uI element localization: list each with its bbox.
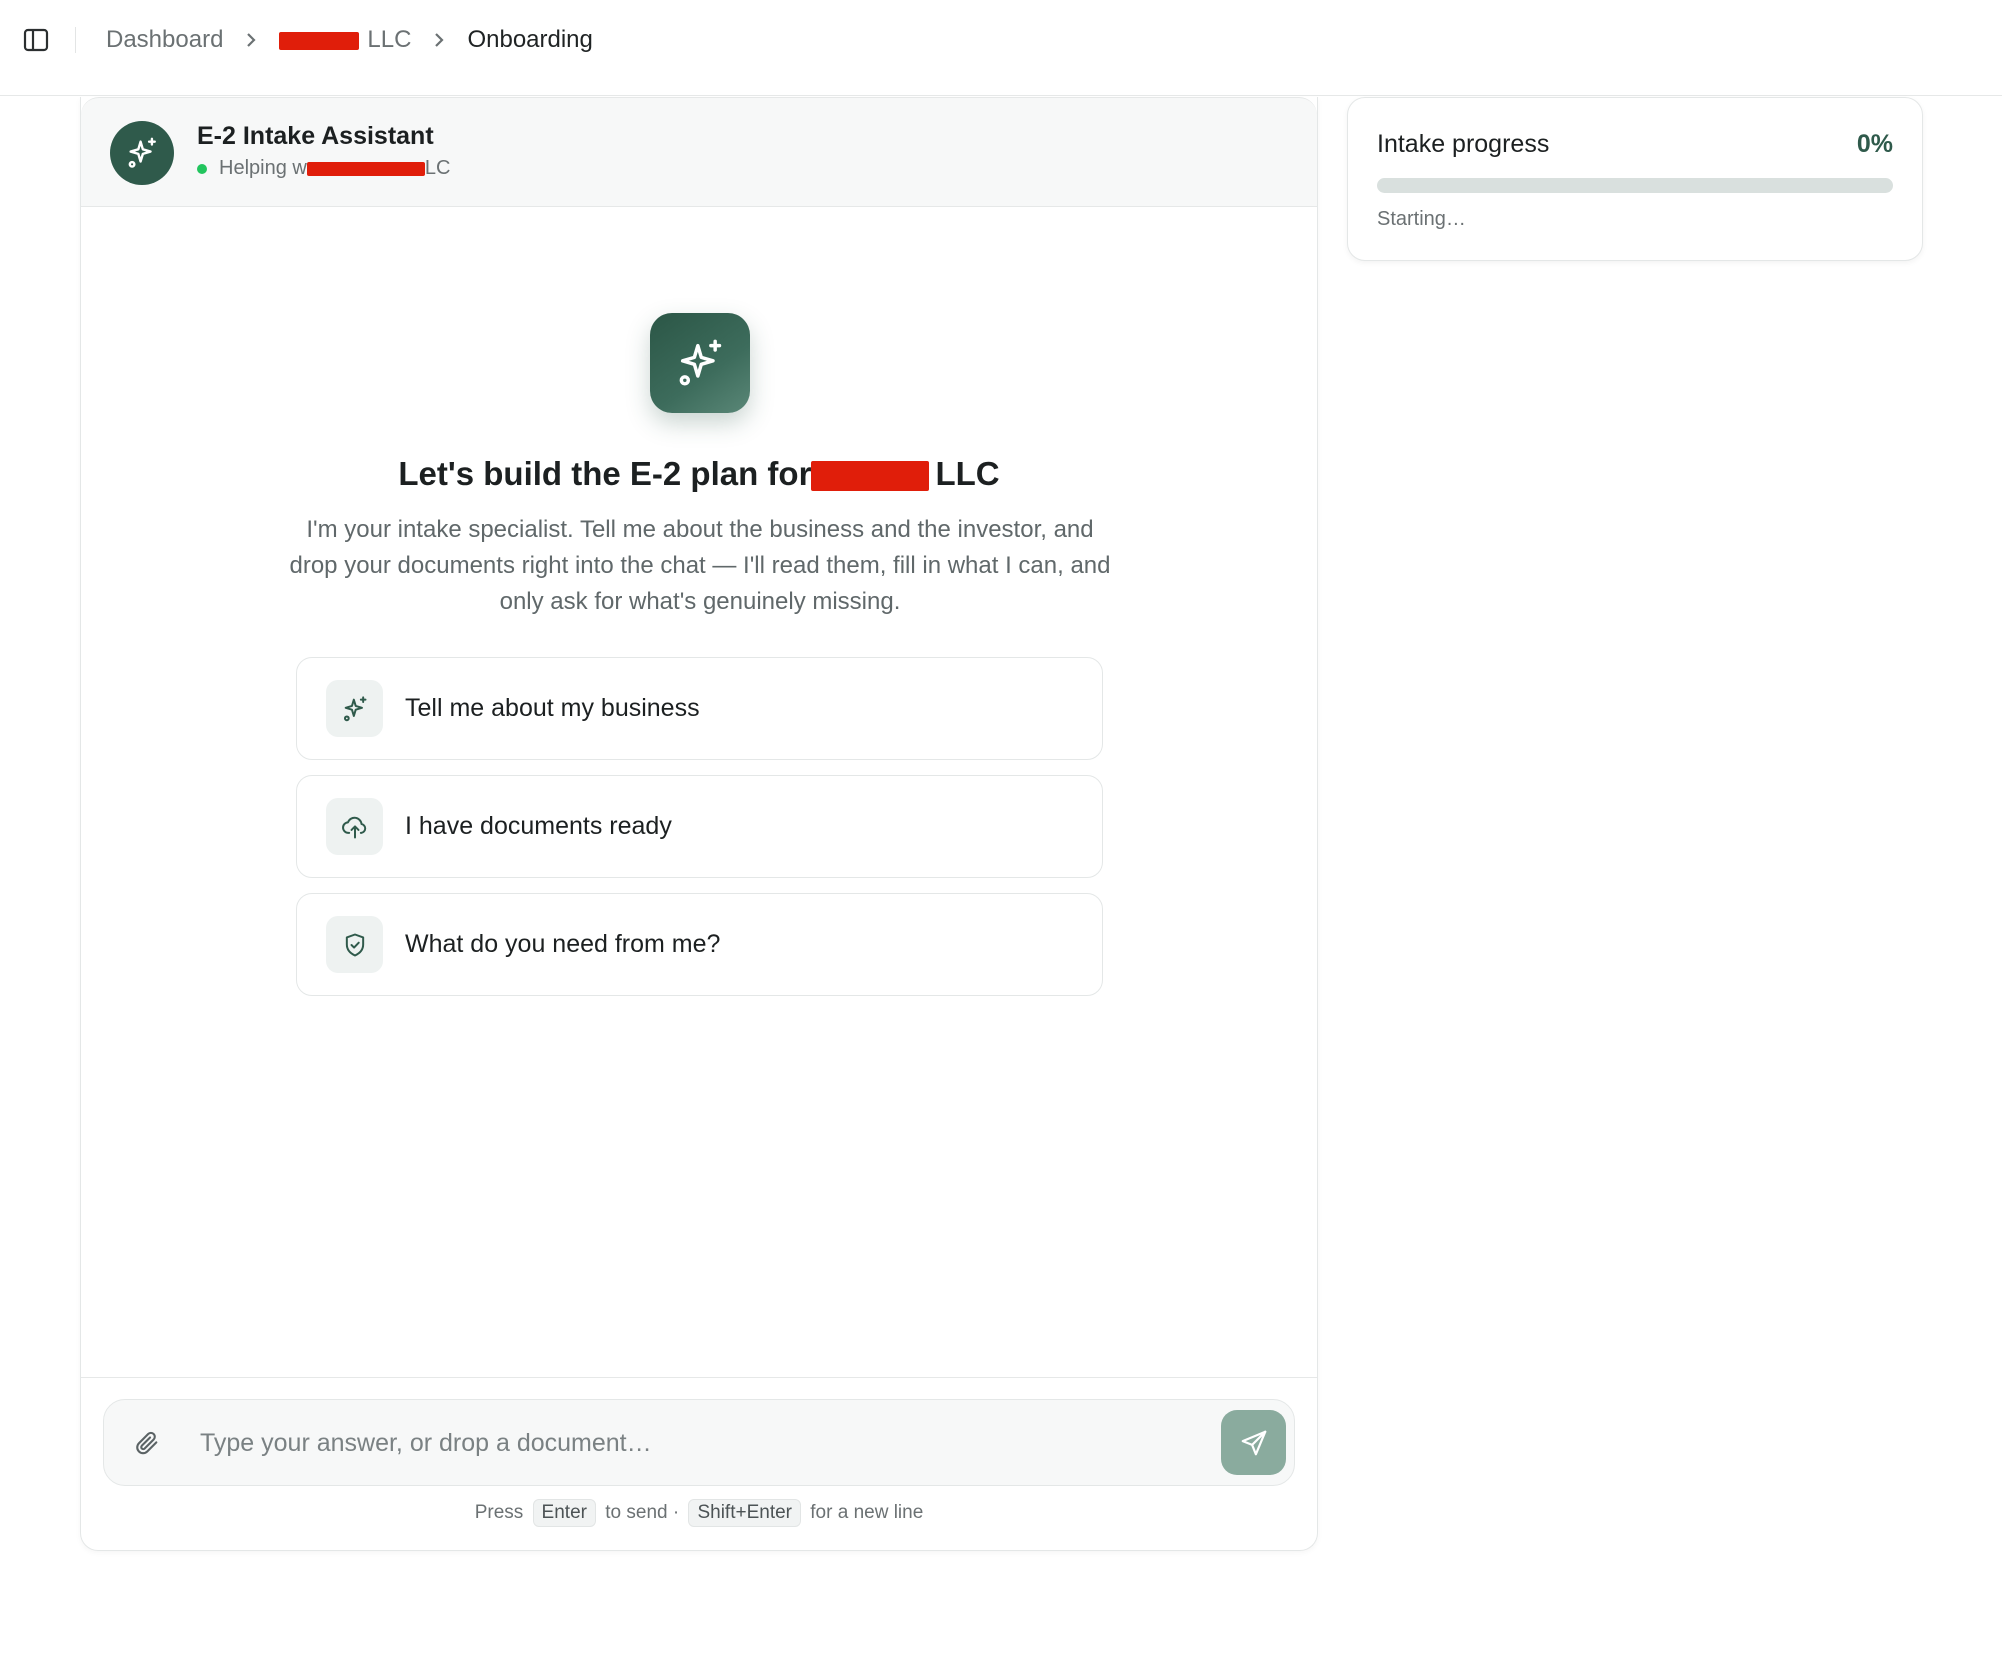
message-input[interactable] bbox=[200, 1422, 1160, 1464]
send-button[interactable] bbox=[1221, 1410, 1286, 1475]
sidebar-toggle-icon[interactable] bbox=[18, 26, 54, 54]
message-composer bbox=[103, 1399, 1295, 1486]
status-prefix: Helping w bbox=[219, 157, 307, 179]
online-status-dot bbox=[197, 163, 207, 174]
hero-title-suffix: LLC bbox=[935, 455, 1000, 492]
composer-divider bbox=[81, 1377, 1317, 1378]
intake-progress-card: Intake progress 0% Starting… bbox=[1347, 97, 1923, 261]
redaction-mark bbox=[811, 461, 930, 492]
paperclip-icon[interactable] bbox=[130, 1426, 164, 1460]
breadcrumb-dashboard[interactable]: Dashboard bbox=[106, 26, 223, 54]
keyboard-hint: Press Enter to send · Shift+Enter for a … bbox=[81, 1499, 1317, 1527]
enter-key-badge: Enter bbox=[532, 1499, 596, 1527]
hero-title: Let's build the E-2 plan for LLC bbox=[81, 455, 1317, 493]
chevron-right-icon bbox=[433, 31, 445, 49]
hint-to-send: to send · bbox=[605, 1502, 680, 1523]
assistant-avatar bbox=[110, 121, 174, 185]
breadcrumb: Dashboard LLC Onboarding bbox=[106, 20, 593, 60]
hero-description: I'm your intake specialist. Tell me abou… bbox=[289, 516, 1111, 615]
hero-sparkles-icon bbox=[650, 313, 750, 413]
redaction-mark bbox=[306, 161, 425, 176]
suggestion-tell-about-business[interactable]: Tell me about my business bbox=[296, 657, 1103, 760]
breadcrumb-onboarding: Onboarding bbox=[467, 26, 593, 53]
suggestion-label: Tell me about my business bbox=[405, 694, 700, 722]
progress-percent: 0% bbox=[1856, 130, 1893, 158]
hint-press: Press bbox=[474, 1502, 524, 1523]
chevron-right-icon bbox=[245, 31, 257, 49]
hint-new-line: for a new line bbox=[810, 1502, 924, 1523]
progress-status: Starting… bbox=[1377, 208, 1466, 230]
status-suffix: LC bbox=[424, 157, 451, 179]
hero-title-prefix: Let's build the E-2 plan for bbox=[398, 455, 812, 492]
chat-header: E-2 Intake Assistant Helping w LC bbox=[81, 97, 1317, 207]
sparkles-icon bbox=[326, 680, 383, 737]
shift-enter-key-badge: Shift+Enter bbox=[688, 1499, 801, 1527]
shield-check-icon bbox=[326, 916, 383, 973]
suggestion-documents-ready[interactable]: I have documents ready bbox=[296, 775, 1103, 878]
suggestion-label: What do you need from me? bbox=[405, 930, 721, 958]
redaction-mark bbox=[279, 31, 360, 50]
breadcrumb-company-label: LLC bbox=[367, 26, 412, 53]
chat-panel: E-2 Intake Assistant Helping w LC Let's b… bbox=[80, 97, 1318, 1551]
topbar-divider bbox=[75, 27, 76, 53]
sparkles-icon bbox=[128, 137, 156, 168]
breadcrumb-company[interactable]: LLC bbox=[279, 26, 411, 54]
progress-title: Intake progress bbox=[1377, 130, 1550, 158]
top-bar: Dashboard LLC Onboarding bbox=[0, 0, 2002, 96]
progress-bar bbox=[1377, 178, 1893, 193]
cloud-upload-icon bbox=[326, 798, 383, 855]
suggestion-label: I have documents ready bbox=[405, 812, 672, 840]
assistant-name: E-2 Intake Assistant bbox=[197, 122, 434, 150]
suggestion-list: Tell me about my business I have documen… bbox=[296, 657, 1103, 1011]
suggestion-what-do-you-need[interactable]: What do you need from me? bbox=[296, 893, 1103, 996]
send-icon bbox=[1241, 1430, 1266, 1455]
assistant-status: Helping w LC bbox=[197, 157, 450, 180]
